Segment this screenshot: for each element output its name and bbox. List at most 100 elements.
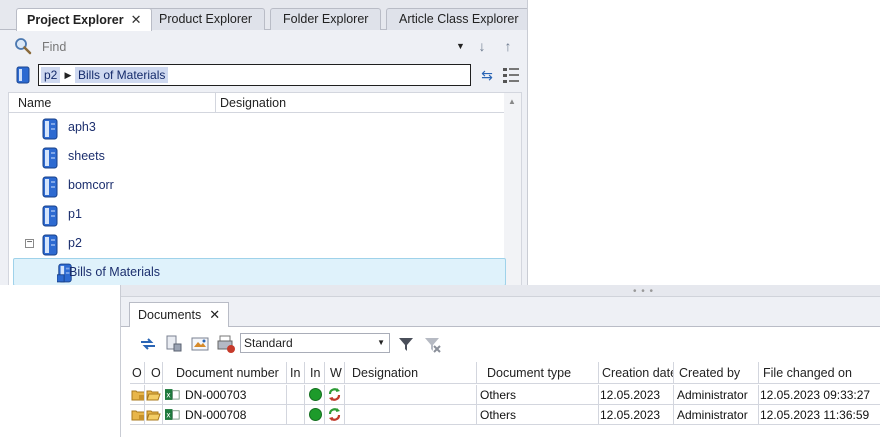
path-row: p2 ▶ Bills of Materials ⇆ <box>8 63 522 87</box>
folder-lock-icon <box>131 410 144 421</box>
project-tree: Name Designation ▲ aph3 sheets bomcorr p… <box>8 92 522 285</box>
document-number-cell[interactable]: x DN-000708 <box>163 405 287 424</box>
column-header-in1[interactable]: In <box>287 362 305 383</box>
column-header-name[interactable]: Name <box>18 93 51 113</box>
column-header-in2[interactable]: In <box>305 362 325 383</box>
close-icon[interactable]: ✕ <box>209 307 220 322</box>
svg-text:x: x <box>166 410 171 419</box>
scroll-up-icon[interactable]: ▲ <box>508 97 516 106</box>
explorer-tabstrip: Project Explorer ✕ Product Explorer Folde… <box>0 0 527 31</box>
document-number-cell[interactable]: x DN-000703 <box>163 385 287 404</box>
status-released-icon <box>309 388 322 401</box>
preview-icon[interactable] <box>190 334 210 354</box>
tree-item-bomcorr[interactable]: bomcorr <box>9 172 505 200</box>
tree-scrollbar[interactable]: ▲ <box>504 93 521 285</box>
tree-item-sheets[interactable]: sheets <box>9 143 505 171</box>
refresh-icon[interactable]: ⇆ <box>476 64 498 86</box>
tab-product-explorer[interactable]: Product Explorer <box>146 8 266 30</box>
find-dropdown-icon[interactable]: ▼ <box>456 38 468 54</box>
refresh-icon[interactable] <box>138 334 158 354</box>
excel-file-icon: x <box>165 389 180 400</box>
workflow-cell[interactable] <box>325 405 345 424</box>
collapse-icon[interactable]: − <box>25 238 34 248</box>
database-icon <box>42 234 58 256</box>
file-changed-on-cell: 12.05.2023 09:33:27 <box>759 385 880 404</box>
excel-file-icon: x <box>165 409 180 420</box>
table-row[interactable]: x DN-000703 Others 12.05.2023 Administra… <box>130 385 880 405</box>
clear-filter-icon[interactable] <box>422 334 442 354</box>
designation-cell <box>345 385 477 404</box>
tree-options-icon[interactable] <box>502 66 520 84</box>
breadcrumb-root[interactable]: p2 <box>41 67 61 83</box>
print-icon[interactable] <box>216 334 236 354</box>
splitter-grip-icon[interactable]: • • • <box>633 286 654 297</box>
documents-table: O O Document number In In W Designation … <box>130 362 880 437</box>
column-header-designation[interactable]: Designation <box>345 362 477 383</box>
creation-date-cell: 12.05.2023 <box>599 385 674 404</box>
svg-text:x: x <box>166 390 171 399</box>
tree-item-label: p2 <box>68 236 82 250</box>
database-icon <box>42 147 58 169</box>
tab-project-explorer[interactable]: Project Explorer ✕ <box>16 8 153 31</box>
checked-out-cell[interactable] <box>130 385 145 404</box>
tab-folder-explorer[interactable]: Folder Explorer <box>270 8 382 30</box>
workflow-cell[interactable] <box>325 385 345 404</box>
tab-documents[interactable]: Documents ✕ <box>129 302 230 327</box>
column-header-file-changed-on[interactable]: File changed on <box>759 362 880 383</box>
table-row[interactable]: x DN-000708 Others 12.05.2023 Administra… <box>130 405 880 425</box>
folder-open-icon <box>146 390 161 401</box>
table-header: O O Document number In In W Designation … <box>130 362 880 384</box>
tab-label: Project Explorer <box>27 13 124 27</box>
database-icon <box>42 118 58 140</box>
sort-ascending-icon[interactable]: ↑ <box>498 36 518 56</box>
column-header-created-by[interactable]: Created by <box>674 362 759 383</box>
column-header-creation-date[interactable]: Creation date <box>599 362 674 383</box>
tab-label: Article Class Explorer <box>399 12 519 26</box>
tab-label: Folder Explorer <box>283 12 369 26</box>
database-icon <box>42 205 58 227</box>
designation-cell <box>345 405 477 424</box>
tree-item-label: aph3 <box>68 120 96 134</box>
created-by-cell: Administrator <box>674 385 759 404</box>
find-input[interactable] <box>40 38 450 56</box>
documents-toolbar: Standard ▼ <box>121 331 880 357</box>
column-header-w[interactable]: W <box>325 362 345 383</box>
panel-splitter[interactable]: • • • <box>121 285 880 297</box>
document-number: DN-000708 <box>185 408 247 422</box>
tree-item-label: p1 <box>68 207 82 221</box>
status-released-icon <box>309 408 322 421</box>
column-header-document-type[interactable]: Document type <box>477 362 599 383</box>
close-icon[interactable]: ✕ <box>131 12 142 27</box>
project-explorer-panel: Project Explorer ✕ Product Explorer Folde… <box>0 0 528 285</box>
chevron-down-icon[interactable]: ▼ <box>377 334 385 352</box>
tree-item-aph3[interactable]: aph3 <box>9 114 505 142</box>
column-header-designation[interactable]: Designation <box>220 93 286 113</box>
open-cell[interactable] <box>145 385 163 404</box>
search-icon <box>15 38 32 55</box>
tree-item-label: sheets <box>68 149 105 163</box>
tree-item-p1[interactable]: p1 <box>9 201 505 229</box>
column-header-o1[interactable]: O <box>130 362 145 383</box>
column-header-document-number[interactable]: Document number <box>163 362 287 383</box>
document-properties-icon[interactable] <box>164 334 184 354</box>
tab-article-class-explorer[interactable]: Article Class Explorer <box>386 8 527 30</box>
path-breadcrumb[interactable]: p2 ▶ Bills of Materials <box>38 64 471 86</box>
in2-cell <box>305 405 325 424</box>
tree-item-p2[interactable]: − p2 <box>9 230 505 258</box>
column-divider[interactable] <box>215 93 216 113</box>
file-changed-on-cell: 12.05.2023 11:36:59 <box>759 405 880 424</box>
workflow-cycle-icon <box>328 388 341 401</box>
breadcrumb-separator-icon[interactable]: ▶ <box>63 67 73 83</box>
breadcrumb-current[interactable]: Bills of Materials <box>75 67 169 83</box>
in1-cell <box>287 385 305 404</box>
column-header-o2[interactable]: O <box>145 362 163 383</box>
filter-icon[interactable] <box>396 334 416 354</box>
document-type-cell: Others <box>477 385 599 404</box>
sort-descending-icon[interactable]: ↓ <box>472 36 492 56</box>
view-selector[interactable]: Standard ▼ <box>240 333 390 353</box>
documents-panel: • • • Documents ✕ Standard ▼ O O Documen… <box>120 285 880 437</box>
tree-item-bills-of-materials[interactable]: Bills of Materials <box>13 258 506 285</box>
open-cell[interactable] <box>145 405 163 424</box>
created-by-cell: Administrator <box>674 405 759 424</box>
checked-out-cell[interactable] <box>130 405 145 424</box>
